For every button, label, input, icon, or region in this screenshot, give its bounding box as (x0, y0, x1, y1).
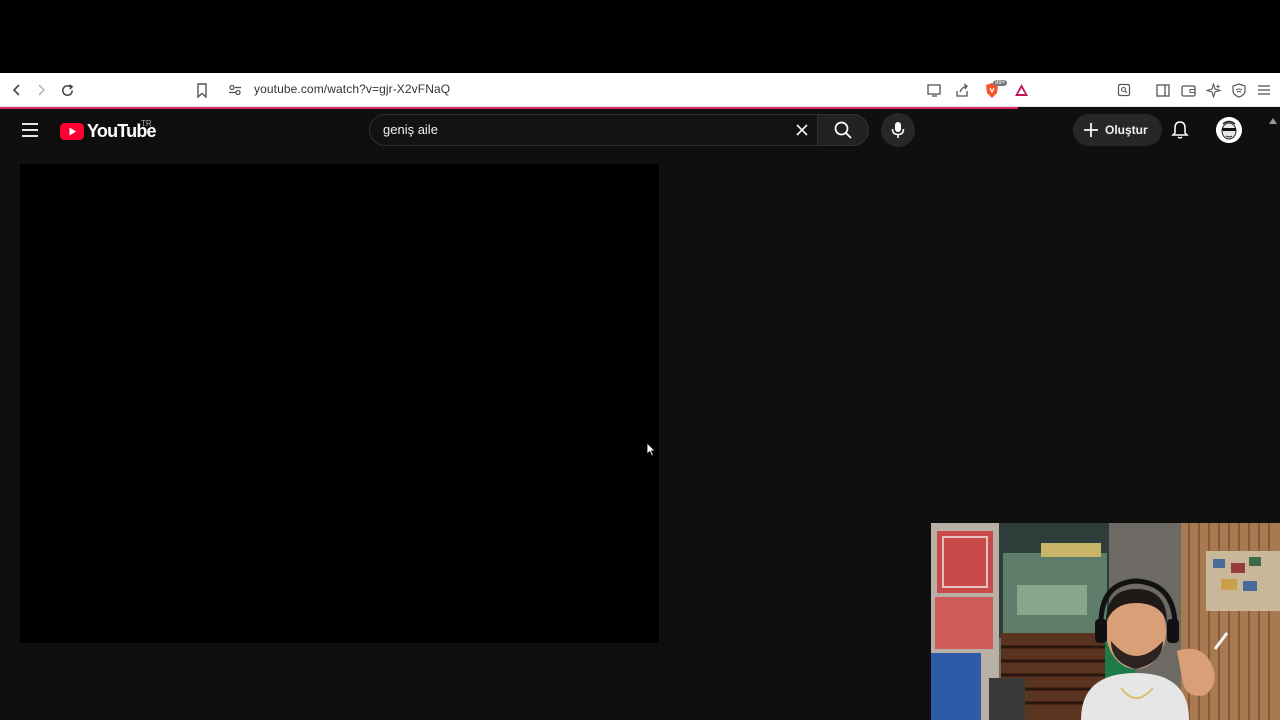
bookmark-icon[interactable] (193, 81, 211, 99)
brave-rewards-icon[interactable] (1012, 81, 1030, 99)
webcam-feed-image (931, 523, 1280, 720)
plus-icon (1084, 123, 1098, 137)
clear-search-icon[interactable] (794, 122, 810, 138)
search-input[interactable]: geniş aile (369, 114, 817, 146)
create-button[interactable]: Oluştur (1073, 114, 1162, 146)
account-avatar[interactable] (1216, 117, 1242, 143)
search-query: geniş aile (383, 122, 438, 137)
youtube-play-icon (60, 123, 84, 140)
site-settings-icon[interactable] (226, 81, 244, 99)
create-button-label: Oluştur (1105, 123, 1148, 137)
search-icon (834, 121, 852, 139)
notifications-bell-icon[interactable] (1170, 120, 1190, 140)
back-icon[interactable] (8, 81, 26, 99)
mouse-cursor-icon (646, 442, 656, 462)
youtube-masthead: YouTube TR geniş aile Oluştur (0, 109, 1280, 154)
forward-icon[interactable] (32, 81, 50, 99)
browser-toolbar: youtube.com/watch?v=gjr-X2vFNaQ 99+ (0, 73, 1280, 107)
sidebar-icon[interactable] (1154, 81, 1172, 99)
leo-ai-icon[interactable] (1204, 81, 1222, 99)
microphone-icon (891, 122, 905, 138)
guide-menu-icon[interactable] (21, 122, 39, 143)
search-button[interactable] (817, 114, 869, 146)
reload-icon[interactable] (58, 81, 76, 99)
wallet-icon[interactable] (1179, 81, 1197, 99)
share-icon[interactable] (953, 81, 971, 99)
shields-badge: 99+ (993, 80, 1008, 86)
reader-icon[interactable] (1115, 81, 1133, 99)
cast-icon[interactable] (925, 81, 943, 99)
address-bar-url[interactable]: youtube.com/watch?v=gjr-X2vFNaQ (254, 82, 450, 96)
menu-icon[interactable] (1255, 81, 1273, 99)
voice-search-button[interactable] (881, 113, 915, 147)
country-code: TR (141, 119, 152, 128)
video-player[interactable] (20, 164, 659, 643)
scrollbar-up-arrow[interactable] (1269, 111, 1277, 129)
webcam-overlay (931, 523, 1280, 720)
screen-top-bar (0, 0, 1280, 73)
vpn-icon[interactable] (1230, 81, 1248, 99)
